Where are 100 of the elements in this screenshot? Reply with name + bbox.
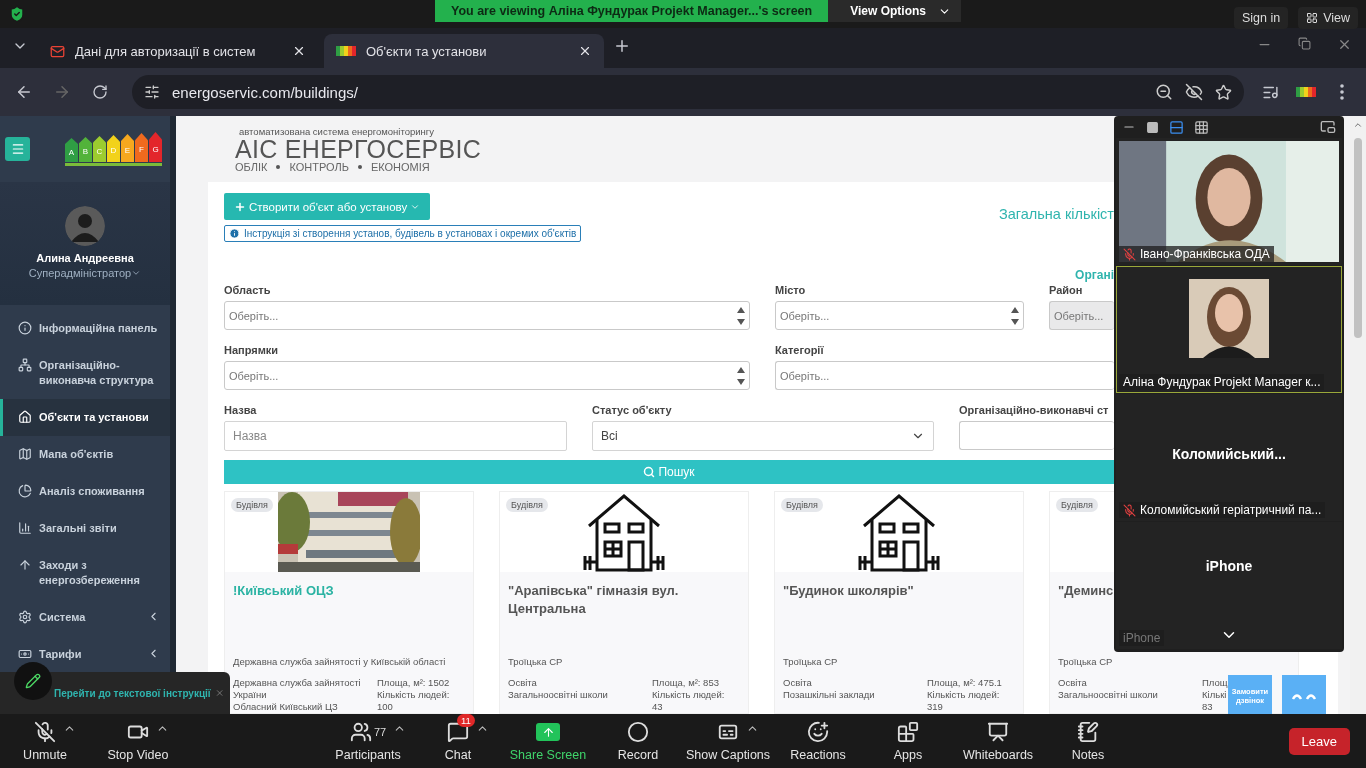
menu-icon xyxy=(10,142,25,156)
field-label: Назва xyxy=(224,404,258,416)
sidebar-item[interactable]: Інформаційна панель xyxy=(0,310,170,347)
participant-label: iPhone xyxy=(1119,630,1165,646)
restore-icon[interactable] xyxy=(1298,36,1311,50)
sidebar-item[interactable]: Тарифи xyxy=(0,636,170,673)
unread-badge: 11 xyxy=(457,714,475,727)
status-dropdown[interactable]: Всі xyxy=(592,421,934,451)
instruction-link[interactable]: Перейти до текстової інструкції xyxy=(54,687,211,699)
energy-scale-logo: A B C D E F G xyxy=(65,132,162,166)
toolbar-button[interactable]: Show Captions xyxy=(683,716,773,766)
toolbar-button[interactable]: Unmute xyxy=(0,716,90,766)
close-icon[interactable] xyxy=(578,44,592,58)
eye-off-icon[interactable] xyxy=(1185,83,1203,101)
card-people-label: Кількість людей: xyxy=(652,689,725,701)
address-bar[interactable]: energoservic.com/buildings/ xyxy=(132,75,1244,109)
sidebar-item[interactable]: Об'єкти та установи xyxy=(0,399,170,436)
banknote-icon xyxy=(18,647,32,661)
field-label: Організаційно-виконавчі ст xyxy=(959,404,1110,416)
field-label: Напрямки xyxy=(224,344,280,356)
grid-view-icon[interactable] xyxy=(1194,119,1209,135)
single-view-icon[interactable] xyxy=(1146,120,1159,134)
card-title[interactable]: "Деминс xyxy=(1058,582,1114,600)
sidebar-item[interactable]: Загальні звіти xyxy=(0,510,170,547)
toolbar-button[interactable]: Whiteboards xyxy=(953,716,1043,766)
object-card[interactable]: Будівля "Будинок школярів" Троїцька СР Освіта Позашкільні заклади Площа, м²: 475.1 Кількість людей: 319 xyxy=(774,491,1024,714)
name-field[interactable]: Назва xyxy=(224,421,567,451)
leave-button[interactable]: Leave xyxy=(1288,727,1350,755)
toolbar-button[interactable]: Share Screen xyxy=(503,716,593,766)
spinner-icon xyxy=(736,365,746,387)
field-label: Область xyxy=(224,284,272,296)
sidebar-item[interactable]: Заходи з енергозбереження xyxy=(0,547,170,599)
zoom-out-icon[interactable] xyxy=(1155,83,1173,101)
card-organization: Троїцька СР xyxy=(1058,656,1114,667)
sign-in-button[interactable]: Sign in xyxy=(1233,7,1289,29)
org-label: Органі xyxy=(1075,268,1114,284)
select-field[interactable] xyxy=(959,421,1114,450)
total-count-label: Загальна кількіст xyxy=(999,206,1114,222)
arrow-up-icon xyxy=(18,558,32,572)
instruction-link[interactable]: Інструкція зі створення установ, будівель в установах і окремих об'єктів xyxy=(224,225,582,242)
toolbar-button[interactable]: Apps xyxy=(863,716,953,766)
pencil-button[interactable] xyxy=(14,662,52,700)
toolbar-button[interactable]: Reactions xyxy=(773,716,863,766)
pip-icon[interactable] xyxy=(1320,119,1336,135)
whiteboard-icon xyxy=(987,721,1009,743)
sharing-banner: You are viewing Аліна Фундурак Projekt Manager...'s screen xyxy=(435,0,829,22)
avatar xyxy=(65,206,105,246)
card-people-label: Кількість людей: xyxy=(927,689,1000,701)
browser-tab[interactable]: Дані для авторизації в систем xyxy=(38,34,318,68)
view-options-button[interactable]: View Options xyxy=(828,0,961,22)
arrow-right-icon xyxy=(53,83,71,101)
search-icon xyxy=(643,466,656,478)
shield-icon xyxy=(8,5,26,23)
card-people-value: 319 xyxy=(927,701,943,713)
toolbar-button[interactable]: 11 Chat xyxy=(413,716,503,766)
strip-view-icon[interactable] xyxy=(1169,119,1184,135)
type-tag: Будівля xyxy=(231,498,273,512)
view-button[interactable]: View xyxy=(1298,7,1358,29)
select-field[interactable]: Оберіть... xyxy=(775,301,1024,330)
toolbar-button[interactable]: 77 Participants xyxy=(323,716,413,766)
card-subcategory: Загальноосвітні школи xyxy=(1058,689,1158,701)
toolbar-button[interactable]: Record xyxy=(593,716,683,766)
card-subcategory: Обласний Київський ЦЗ xyxy=(233,701,338,713)
sidebar-item[interactable]: Аналіз споживання xyxy=(0,473,170,510)
participant-count: 77 xyxy=(373,726,387,738)
field-label: Район xyxy=(1049,284,1084,296)
object-card[interactable]: Будівля !Київський ОЦЗ Державна служба зайнятості у Київській області Державна служба зайнятості України Обласний Київський ЦЗ Площа, м²: 1502 Кількість людей: 100 xyxy=(224,491,474,714)
info-icon xyxy=(18,321,32,335)
apps-icon xyxy=(897,721,919,743)
sidebar-item[interactable]: Система xyxy=(0,599,170,636)
select-field[interactable]: Оберіть... xyxy=(224,301,750,330)
more-icon xyxy=(1340,84,1344,100)
close-icon[interactable] xyxy=(292,44,306,58)
participant-name: Коломийський... xyxy=(1172,445,1286,462)
smiley-icon xyxy=(807,721,829,743)
object-card[interactable]: Будівля "Арапівська" гімназія вул. Центральна Троїцька СР Освіта Загальноосвітні школи Площа, м²: 853 Кількість людей: 43 xyxy=(499,491,749,714)
people-icon xyxy=(349,721,372,743)
participant-name: iPhone xyxy=(1205,557,1253,574)
select-field[interactable]: Оберіть... xyxy=(224,361,750,390)
user-name: Алина Андреевна xyxy=(36,252,134,264)
toolbar-button[interactable]: Stop Video xyxy=(93,716,183,766)
bookmark-star-icon[interactable] xyxy=(1215,83,1232,101)
app-logo: автоматизована система енергомоніторингу АІС ЕНЕРГОСЕРВІС ОБЛІК КОНТРОЛЬ ЕКОНОМІЯ xyxy=(234,125,483,175)
card-subcategory: Загальноосвітні школи xyxy=(508,689,608,701)
browser-tab[interactable]: Об'єкти та установи xyxy=(324,34,604,68)
scrollbar-thumb[interactable] xyxy=(1354,138,1362,338)
muted-mic-icon xyxy=(1123,247,1136,261)
select-field[interactable]: Оберіть... xyxy=(775,361,1114,390)
map-icon xyxy=(18,447,32,461)
sidebar-item[interactable]: Мапа об'єктів xyxy=(0,436,170,473)
card-title[interactable]: "Будинок школярів" xyxy=(783,582,914,600)
caret-icon xyxy=(131,268,142,278)
sidebar-item[interactable]: Організаційно-виконавча структура xyxy=(0,347,170,399)
card-title[interactable]: "Арапівська" гімназія вул. Центральна xyxy=(508,582,740,618)
toolbar-button[interactable]: Notes xyxy=(1043,716,1133,766)
double-caret-icon xyxy=(1291,691,1317,701)
user-role[interactable]: Суперадміністратор xyxy=(28,267,142,279)
site-settings-icon[interactable] xyxy=(144,84,160,100)
field-label: Статус об'єкту xyxy=(592,404,673,416)
sitemap-icon xyxy=(18,358,32,372)
